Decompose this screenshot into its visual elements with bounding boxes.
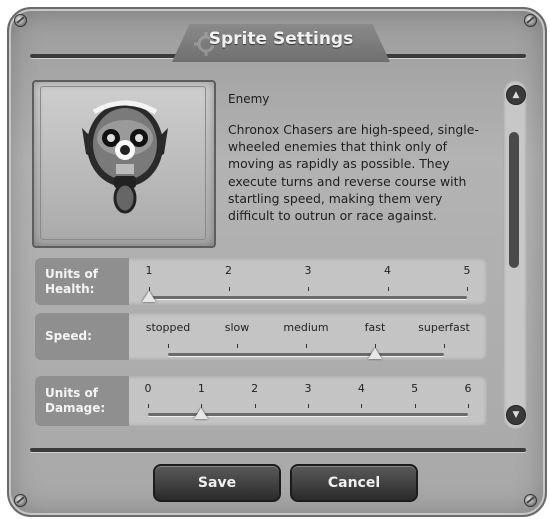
page-title: Sprite Settings: [208, 29, 354, 49]
slider-tick-label: 0: [144, 382, 152, 395]
health-label: Units of Health:: [35, 258, 129, 305]
slider-tick-label: 3: [304, 382, 312, 395]
scroll-up-icon[interactable]: ▲: [506, 85, 526, 105]
screw-icon: [524, 494, 537, 507]
slider-tick-mark: [148, 404, 149, 408]
slider-tick-label: stopped: [145, 321, 191, 334]
slider-tick-mark: [308, 404, 309, 408]
slider-tick-label: 3: [304, 264, 312, 277]
damage-label-line1: Units of: [45, 386, 98, 400]
slider-tick-mark: [254, 404, 256, 408]
slider-track[interactable]: [149, 296, 467, 299]
slider-tick-label: 1: [197, 382, 205, 395]
slider-thumb[interactable]: [368, 348, 382, 359]
slider-tick-mark: [306, 344, 307, 348]
damage-label-line2: Damage:: [45, 401, 106, 415]
health-label-line1: Units of: [45, 266, 98, 281]
cancel-button[interactable]: Cancel: [290, 464, 418, 502]
slider-tick-mark: [414, 404, 416, 408]
slider-tick-label: 6: [464, 382, 472, 395]
slider-tick-mark: [468, 404, 469, 408]
slider-tick-label: 4: [357, 382, 365, 395]
damage-label: Units of Damage:: [35, 376, 129, 426]
slider-tick-label: 1: [145, 264, 153, 277]
slider-tick-label: fast: [364, 321, 386, 334]
scrollbar-thumb[interactable]: [509, 132, 519, 268]
slider-thumb[interactable]: [142, 291, 156, 302]
slider-tick-label: 4: [384, 264, 391, 277]
slider-tick-label: 5: [411, 382, 419, 395]
sprite-name: Enemy: [228, 92, 270, 106]
speed-label-line1: Speed:: [45, 329, 92, 343]
damage-slider[interactable]: 0 1 2 3 4 5 6: [145, 382, 472, 422]
chronox-chaser-robot-icon: [80, 98, 170, 218]
slider-tick-mark: [237, 344, 238, 348]
slider-tick-mark: [467, 287, 468, 291]
slider-tick-label: 5: [463, 264, 471, 277]
health-label-line2: Health:: [45, 281, 95, 296]
slider-tick-mark: [387, 287, 389, 291]
screw-icon: [524, 14, 537, 27]
speed-label: Speed:: [35, 313, 129, 360]
slider-tick-label: slow: [224, 321, 250, 334]
slider-tick-mark: [444, 344, 445, 348]
screw-icon: [14, 14, 27, 27]
scroll-down-icon[interactable]: ▼: [506, 405, 526, 425]
slider-tick-label: medium: [283, 321, 329, 334]
slider-track[interactable]: [168, 353, 444, 356]
screw-icon: [14, 494, 27, 507]
slider-tick-mark: [228, 287, 230, 291]
speed-slider[interactable]: stopped slow medium fast superfast: [146, 321, 470, 361]
sprite-description: Chronox Chasers are high-speed, single-w…: [228, 122, 479, 224]
slider-tick-label: superfast: [418, 321, 470, 334]
slider-tick-mark: [361, 404, 363, 408]
slider-tick-label: 2: [225, 264, 232, 277]
health-slider[interactable]: 1 2 3 4 5: [142, 264, 471, 304]
slider-tick-label: 2: [251, 382, 259, 395]
slider-tick-mark: [308, 287, 309, 291]
bottom-divider: [30, 448, 526, 452]
save-button[interactable]: Save: [153, 464, 281, 502]
slider-tick-mark: [168, 344, 169, 348]
slider-thumb[interactable]: [194, 408, 209, 419]
